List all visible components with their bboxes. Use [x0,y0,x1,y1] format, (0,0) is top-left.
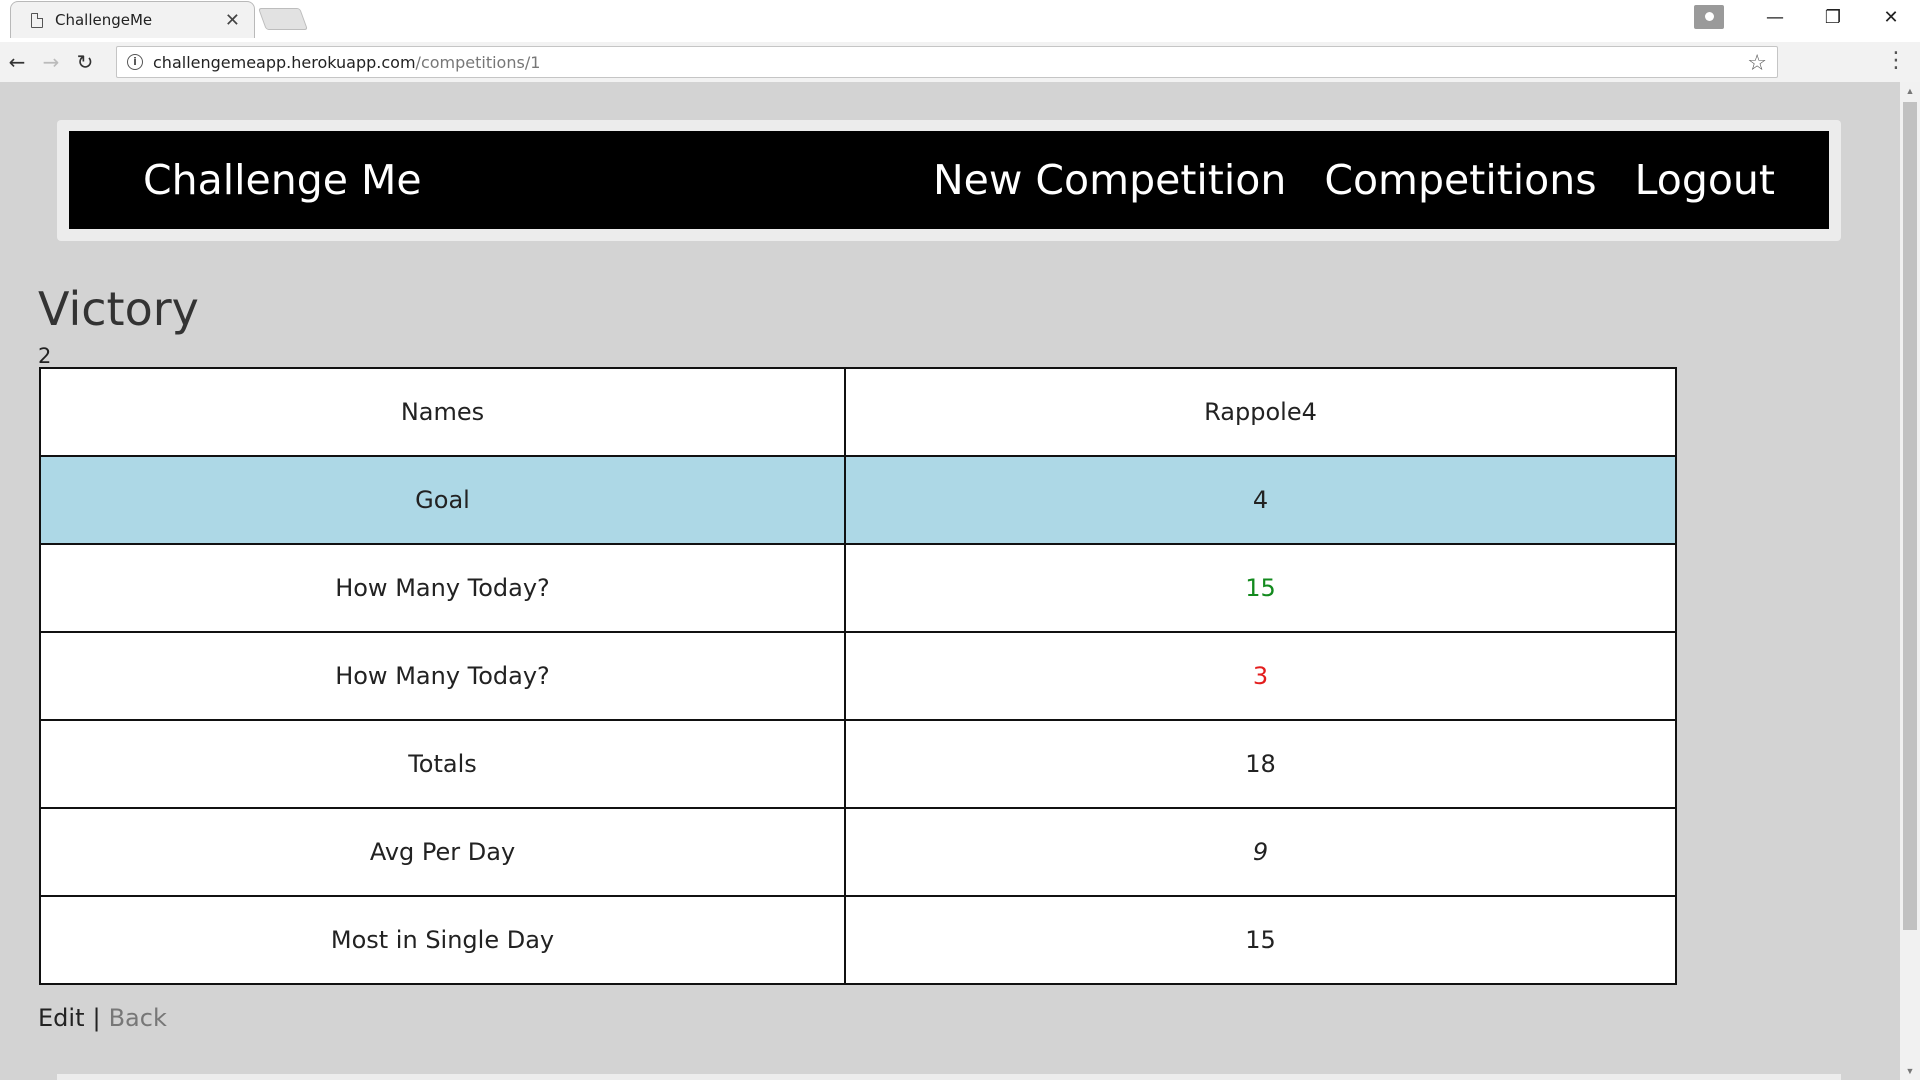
row-value: 18 [844,719,1677,809]
table-row-goal: Goal 4 [39,455,1677,545]
page-subtitle: 2 [38,344,52,368]
nav-link-competitions[interactable]: Competitions [1324,156,1596,204]
table-row-avg: Avg Per Day 9 [39,807,1677,897]
row-label: How Many Today? [39,543,846,633]
profile-icon[interactable] [1694,5,1724,29]
row-label: Most in Single Day [39,895,846,985]
back-link[interactable]: Back [109,1004,167,1032]
close-icon[interactable]: ✕ [225,10,240,31]
nav-link-logout[interactable]: Logout [1635,156,1775,204]
row-value: 3 [844,631,1677,721]
table-row-totals: Totals 18 [39,719,1677,809]
nav-links: New Competition Competitions Logout [895,131,1775,229]
page-title: Victory [38,282,199,336]
menu-icon[interactable]: ⋮ [1884,47,1908,73]
table-row-most: Most in Single Day 15 [39,895,1677,985]
edit-link[interactable]: Edit [38,1004,84,1032]
competition-table: Names Rappole4 Goal 4 How Many Today? 15… [39,367,1677,985]
row-label: Totals [39,719,846,809]
row-value: 15 [844,543,1677,633]
close-window-icon[interactable]: ✕ [1862,0,1920,34]
new-tab-button[interactable] [257,8,309,30]
url-path: /competitions/1 [415,52,541,72]
row-label: Avg Per Day [39,807,846,897]
nav-link-new-competition[interactable]: New Competition [933,156,1286,204]
brand-link[interactable]: Challenge Me [143,131,422,229]
tab-title: ChallengeMe [55,11,153,29]
row-label: Goal [39,455,846,545]
footer-container [57,1074,1841,1080]
table-row-today-1: How Many Today? 15 [39,543,1677,633]
info-icon[interactable]: i [127,54,143,70]
row-value: 9 [844,807,1677,897]
tab-strip: ChallengeMe ✕ — ❐ ✕ [0,0,1920,42]
scroll-up-icon[interactable]: ▲ [1900,82,1920,100]
browser-toolbar: ← → ↻ i challengemeapp.herokuapp.com/com… [0,42,1920,82]
navbar-container: Challenge Me New Competition Competition… [57,120,1841,241]
address-bar[interactable]: i challengemeapp.herokuapp.com/competiti… [116,46,1778,78]
restore-icon[interactable]: ❐ [1804,0,1862,34]
row-label: How Many Today? [39,631,846,721]
window-controls: — ❐ ✕ [1694,0,1920,34]
page-icon [31,12,43,28]
footer-actions: Edit | Back [38,1004,167,1032]
navbar: Challenge Me New Competition Competition… [69,131,1829,229]
reload-icon[interactable]: ↻ [68,47,102,77]
separator: | [92,1004,101,1032]
table-row-today-2: How Many Today? 3 [39,631,1677,721]
table-row-names: Names Rappole4 [39,367,1677,457]
forward-arrow-icon[interactable]: → [34,47,68,77]
row-value: 4 [844,455,1677,545]
row-value: 15 [844,895,1677,985]
url-host: challengemeapp.herokuapp.com [153,52,416,72]
minimize-icon[interactable]: — [1746,0,1804,34]
browser-tab[interactable]: ChallengeMe ✕ [10,1,255,38]
back-arrow-icon[interactable]: ← [0,47,34,77]
scroll-down-icon[interactable]: ▼ [1900,1062,1920,1080]
scrollbar[interactable]: ▲ ▼ [1900,82,1920,1080]
browser-chrome: ChallengeMe ✕ — ❐ ✕ ← → ↻ i challengemea… [0,0,1920,82]
row-value: Rappole4 [844,367,1677,457]
bookmark-star-icon[interactable]: ☆ [1747,50,1767,76]
scroll-thumb[interactable] [1903,102,1917,930]
row-label: Names [39,367,846,457]
page-viewport: Challenge Me New Competition Competition… [0,82,1900,1080]
